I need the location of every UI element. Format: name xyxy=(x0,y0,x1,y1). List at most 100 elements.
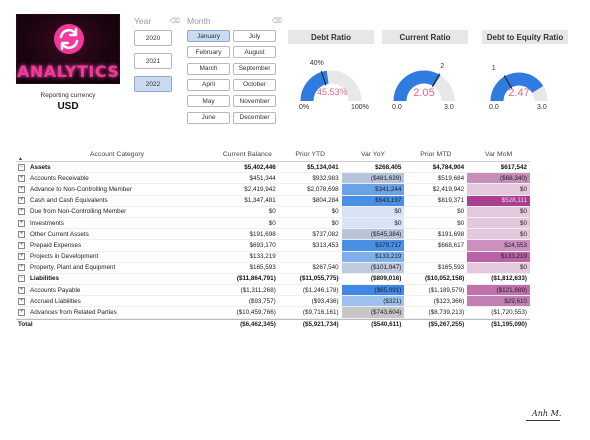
table-cell: $451,344 xyxy=(249,174,276,182)
expand-icon[interactable]: + xyxy=(18,309,25,317)
column-header[interactable]: Var MoM xyxy=(467,148,530,161)
table-cell: $0 xyxy=(268,219,276,227)
table-cell: ($5,267,255) xyxy=(428,321,465,329)
table-cell: $4,784,904 xyxy=(432,163,465,171)
table-cell: ($1,189,579) xyxy=(428,286,465,294)
row-label: Property, Plant and Equipment xyxy=(30,264,116,272)
row-label: Advance to Non-Controlling Member xyxy=(30,185,132,193)
row-label-cell: − Assets xyxy=(16,163,216,171)
column-header[interactable]: Var YoY xyxy=(342,148,405,161)
table-cell: ($1,812,633) xyxy=(491,275,527,283)
table-cell: $0 xyxy=(467,262,530,273)
month-chip-january[interactable]: January xyxy=(187,30,230,42)
table-cell: $0 xyxy=(457,208,465,216)
clear-selection-icon[interactable]: ⌫ xyxy=(170,17,180,25)
table-row: + Advance to Non-Controlling Member $2,419… xyxy=(16,184,530,196)
row-label: Liabilities xyxy=(30,275,60,283)
table-cell: $0 xyxy=(331,219,339,227)
row-label: Total xyxy=(18,321,33,329)
expand-icon[interactable]: + xyxy=(18,185,25,193)
table-row: + Cash and Cash Equivalents $1,347,481 $804… xyxy=(16,195,530,207)
expand-icon[interactable]: + xyxy=(18,241,25,249)
row-label-cell: + Projects in Development xyxy=(16,253,216,261)
row-label: Accounts Receivable xyxy=(30,174,89,182)
collapse-icon[interactable]: − xyxy=(18,275,25,283)
table-cell: $379,717 xyxy=(341,240,405,251)
column-header[interactable]: Account Category xyxy=(16,151,216,158)
table-cell: $24,553 xyxy=(467,240,530,251)
table-cell: ($123,366) xyxy=(433,297,465,305)
year-chip-2020[interactable]: 2020 xyxy=(134,30,172,46)
table-cell: ($1,720,553) xyxy=(491,309,527,317)
table-cell: ($65,091) xyxy=(341,285,405,296)
table-cell: $617,542 xyxy=(500,163,527,171)
month-chip-july[interactable]: July xyxy=(233,30,276,42)
table-cell: $528,111 xyxy=(467,195,530,206)
row-label-cell: + Advances from Related Parties xyxy=(16,309,216,317)
table-cell: ($10,052,158) xyxy=(424,275,465,283)
table-cell: $268,405 xyxy=(375,163,402,171)
table-cell: $0 xyxy=(341,206,405,217)
table-row: + Projects in Development $133,219 $133,219… xyxy=(16,251,530,263)
table-group-row: − Assets $5,402,446 $5,134,041 $268,405 $4,78… xyxy=(16,162,530,174)
table-row: + Investments $0 $0 $0 $0 $0 xyxy=(16,217,530,230)
gauge-target-label: 1 xyxy=(491,65,496,73)
expand-icon[interactable]: + xyxy=(18,264,25,272)
expand-icon[interactable]: + xyxy=(18,197,25,205)
table-cell: $191,698 xyxy=(437,230,465,238)
expand-icon[interactable]: + xyxy=(18,230,25,238)
table-cell: $133,219 xyxy=(341,251,405,262)
expand-icon[interactable]: + xyxy=(18,286,25,294)
table-cell: $737,082 xyxy=(312,230,339,238)
row-label: Prepaid Expenses xyxy=(30,241,82,249)
table-cell: $5,402,446 xyxy=(244,163,276,171)
table-cell: ($1,311,268) xyxy=(240,286,276,294)
table-cell xyxy=(404,252,467,262)
table-cell: $804,284 xyxy=(312,197,339,205)
clear-selection-icon[interactable]: ⌫ xyxy=(272,17,282,25)
expand-icon[interactable]: + xyxy=(18,297,25,305)
month-slicer-title: Month xyxy=(187,16,211,26)
collapse-icon[interactable]: − xyxy=(18,163,25,171)
table-cell: ($10,459,766) xyxy=(236,309,276,317)
table-cell: ($5,921,734) xyxy=(302,321,339,329)
table-cell: $1,347,481 xyxy=(244,197,276,205)
table-row: + Accounts Payable ($1,311,268) ($1,246,178… xyxy=(16,285,530,297)
table-cell: ($93,757) xyxy=(248,297,276,305)
table-row: + Accrued Liabilities ($93,757) ($93,436) ($… xyxy=(16,296,530,308)
row-label: Accrued Liabilities xyxy=(30,297,81,305)
table-cell: $0 xyxy=(268,208,276,216)
expand-icon[interactable]: + xyxy=(18,208,25,216)
table-cell: ($6,462,345) xyxy=(240,321,276,329)
column-header[interactable]: Prior MTD xyxy=(404,148,467,161)
row-label-cell: + Cash and Cash Equivalents xyxy=(16,197,216,205)
table-cell: $0 xyxy=(467,229,530,240)
row-label-cell: + Accrued Liabilities xyxy=(16,297,216,305)
kpi-title: Current Ratio xyxy=(382,30,468,44)
table-cell: $543,197 xyxy=(341,195,405,206)
table-cell: $165,593 xyxy=(437,264,465,272)
table-row: + Due from Non-Controlling Member $0 $0 $0 $0… xyxy=(16,206,530,218)
table-cell: ($121,689) xyxy=(467,285,530,296)
table-row: + Advances from Related Parties ($10,459,7… xyxy=(16,307,530,319)
row-label-cell: + Accounts Receivable xyxy=(16,174,216,182)
table-group-row: − Liabilities ($11,864,791) ($11,055,775) ($… xyxy=(16,274,530,286)
table-cell: ($8,739,213) xyxy=(428,309,465,317)
row-label: Cash and Cash Equivalents xyxy=(30,197,108,205)
column-header[interactable]: Prior YTD xyxy=(279,148,342,161)
table-cell: $693,170 xyxy=(249,241,276,249)
expand-icon[interactable]: + xyxy=(18,174,25,182)
row-label-cell: Total xyxy=(16,321,216,328)
expand-icon[interactable]: + xyxy=(18,253,25,261)
year-slicer-title: Year xyxy=(134,16,152,26)
table-cell: ($1,246,178) xyxy=(302,286,339,294)
expand-icon[interactable]: + xyxy=(18,219,25,227)
table-cell: ($11,864,791) xyxy=(236,275,276,283)
table-cell: ($743,604) xyxy=(341,307,405,318)
column-header[interactable]: Current Balance xyxy=(216,148,279,161)
table-cell: $519,684 xyxy=(437,174,465,182)
table-cell: ($11,055,775) xyxy=(299,275,339,283)
table-cell: $0 xyxy=(457,219,465,227)
row-label-cell: − Liabilities xyxy=(16,275,216,283)
row-label: Projects in Development xyxy=(30,253,99,261)
